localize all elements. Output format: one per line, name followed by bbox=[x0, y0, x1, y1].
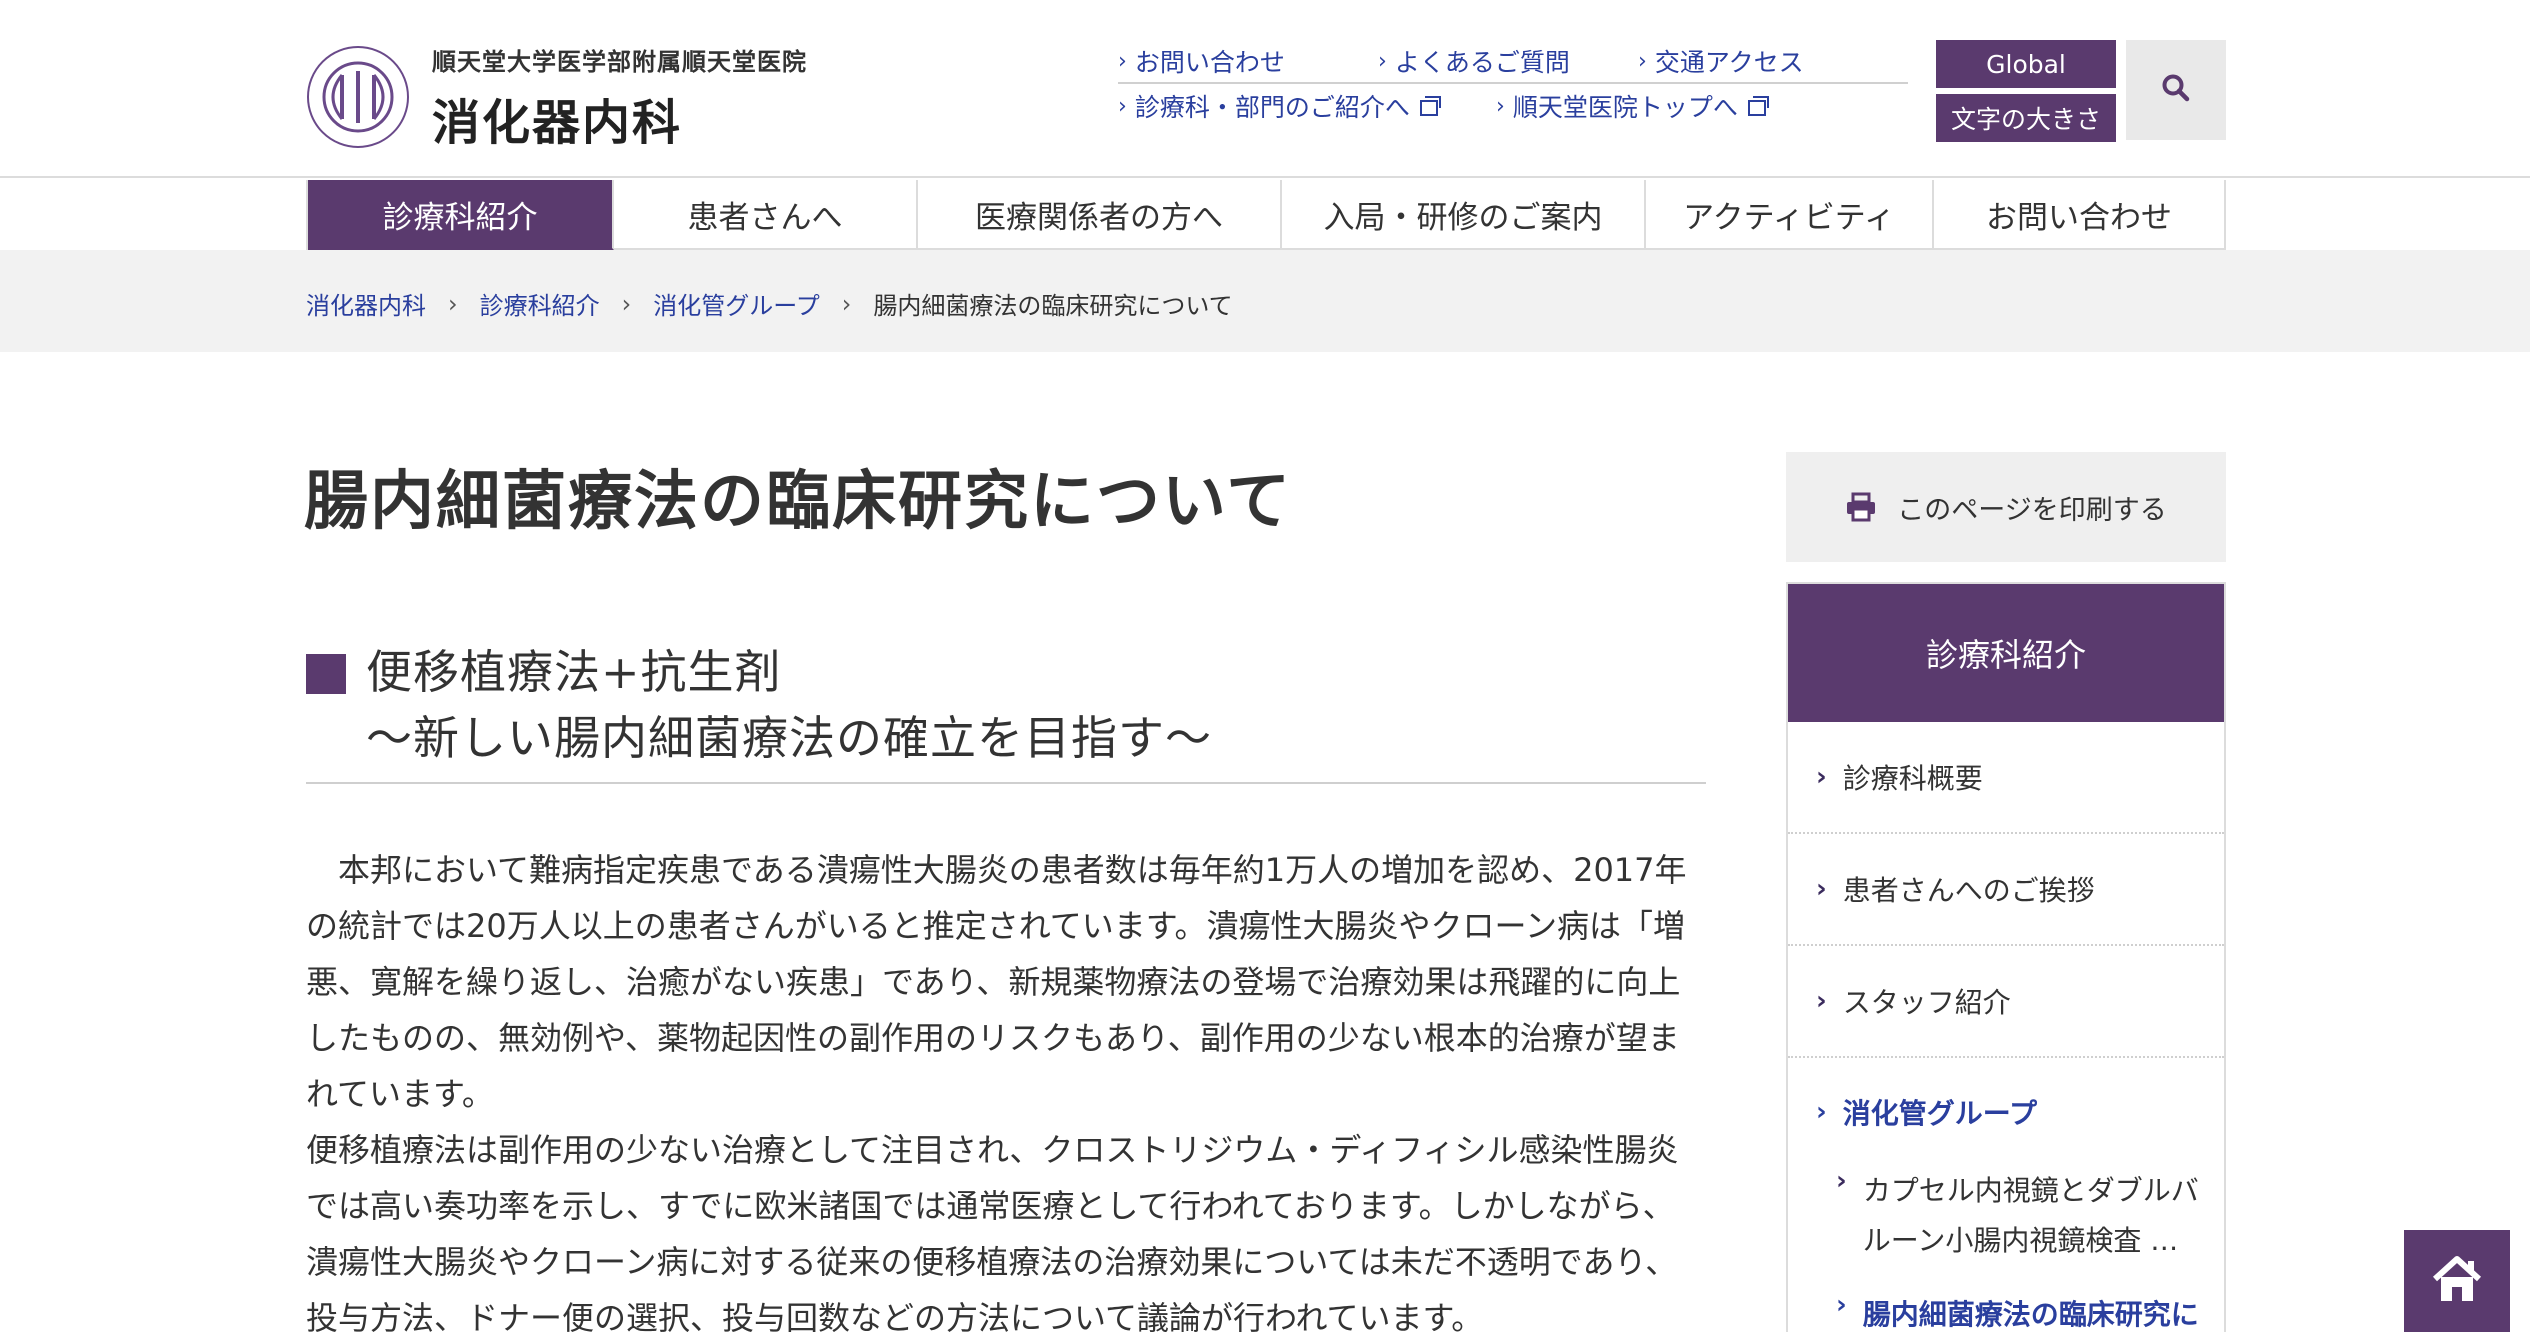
util-link-access[interactable]: › 交通アクセス bbox=[1638, 43, 1804, 79]
global-nav: 診療科紹介 患者さんへ 医療関係者の方へ 入局・研修のご案内 アクティビティ お… bbox=[306, 180, 2226, 250]
nav-item-activity[interactable]: アクティビティ bbox=[1646, 180, 1934, 250]
nav-item-recruitment[interactable]: 入局・研修のご案内 bbox=[1282, 180, 1646, 250]
breadcrumb-link-department-intro[interactable]: 診療科紹介 bbox=[480, 286, 600, 321]
nav-item-for-professionals[interactable]: 医療関係者の方へ bbox=[918, 180, 1282, 250]
home-button[interactable] bbox=[2404, 1230, 2510, 1332]
nav-item-department-intro[interactable]: 診療科紹介 bbox=[308, 180, 614, 250]
breadcrumb-bar: 消化器内科 › 診療科紹介 › 消化管グループ › 腸内細菌療法の臨床研究につい… bbox=[0, 250, 2530, 352]
section-heading-line1: 便移植療法+抗生剤 bbox=[366, 645, 782, 699]
breadcrumb-link-gi-group[interactable]: 消化管グループ bbox=[653, 286, 820, 321]
chevron-right-icon: › bbox=[1118, 48, 1127, 74]
chevron-right-icon: › bbox=[1638, 48, 1647, 74]
sidebar-menu: 診療科紹介 › 診療科概要 › 患者さんへのご挨拶 › スタッフ紹介 › 消化管グループ… bbox=[1786, 582, 2226, 1332]
sidebar-item-greeting[interactable]: › 患者さんへのご挨拶 bbox=[1788, 834, 2224, 946]
font-size-button[interactable]: 文字の大きさ bbox=[1936, 94, 2116, 142]
util-link-faq[interactable]: › よくあるご質問 bbox=[1378, 43, 1638, 79]
breadcrumb-separator: › bbox=[448, 289, 458, 318]
printer-icon bbox=[1845, 492, 1877, 522]
breadcrumb-current: 腸内細菌療法の臨床研究について bbox=[873, 292, 1233, 320]
home-icon bbox=[2429, 1253, 2485, 1309]
chevron-right-icon: › bbox=[1836, 1166, 1847, 1196]
utility-nav: › お問い合わせ › よくあるご質問 › 交通アクセス › 診療科・部門のご紹介へ › 順… bbox=[1118, 40, 1908, 128]
section-heading-line2: ～新しい腸内細菌療法の確立を目指す～ bbox=[366, 711, 1212, 765]
chevron-right-icon: › bbox=[1816, 874, 1827, 904]
article-body: 本邦において難病指定疾患である潰瘍性大腸炎の患者数は毎年約1万人の増加を認め、2… bbox=[306, 842, 1706, 1332]
section-heading: 便移植療法+抗生剤 ～新しい腸内細菌療法の確立を目指す～ bbox=[306, 636, 1706, 784]
search-button[interactable] bbox=[2126, 40, 2226, 140]
chevron-right-icon: › bbox=[1118, 93, 1127, 119]
chevron-right-icon: › bbox=[1836, 1290, 1847, 1320]
breadcrumb-separator: › bbox=[621, 289, 632, 318]
print-page-label: このページを印刷する bbox=[1897, 494, 2167, 526]
external-window-icon bbox=[1419, 96, 1441, 116]
nav-item-for-patients[interactable]: 患者さんへ bbox=[614, 180, 918, 250]
chevron-right-icon: › bbox=[1816, 762, 1827, 792]
heading-square-icon bbox=[306, 654, 346, 694]
nav-item-contact[interactable]: お問い合わせ bbox=[1934, 180, 2226, 250]
util-link-contact[interactable]: › お問い合わせ bbox=[1118, 43, 1378, 79]
university-seal-icon bbox=[304, 43, 412, 151]
util-link-departments[interactable]: › 診療科・部門のご紹介へ bbox=[1118, 88, 1496, 124]
article-paragraph: 本邦において難病指定疾患である潰瘍性大腸炎の患者数は毎年約1万人の増加を認め、2… bbox=[306, 851, 1687, 1113]
global-button[interactable]: Global bbox=[1936, 40, 2116, 88]
sidebar-heading[interactable]: 診療科紹介 bbox=[1788, 584, 2224, 722]
search-icon bbox=[2161, 73, 2191, 107]
print-page-button[interactable]: このページを印刷する bbox=[1786, 452, 2226, 562]
sidebar-subitem-capsule-endoscopy[interactable]: › カプセル内視鏡とダブルバルーン小腸内視鏡検査 … bbox=[1788, 1166, 2224, 1276]
chevron-right-icon: › bbox=[1496, 93, 1505, 119]
chevron-right-icon: › bbox=[1816, 986, 1827, 1016]
breadcrumb-link-home[interactable]: 消化器内科 bbox=[306, 286, 426, 321]
chevron-right-icon: › bbox=[1378, 48, 1387, 74]
article-paragraph: 便移植療法は副作用の少ない治療として注目され、クロストリジウム・ディフィシル感染… bbox=[306, 1131, 1679, 1332]
site-logo[interactable]: 順天堂大学医学部附属順天堂医院 消化器内科 bbox=[304, 38, 824, 156]
sidebar-item-overview[interactable]: › 診療科概要 bbox=[1788, 722, 2224, 834]
department-name: 消化器内科 bbox=[432, 94, 683, 151]
page-title: 腸内細菌療法の臨床研究について bbox=[304, 464, 1293, 539]
external-window-icon bbox=[1747, 96, 1769, 116]
site-header: 順天堂大学医学部附属順天堂医院 消化器内科 › お問い合わせ › よくあるご質問 ›… bbox=[0, 0, 2530, 178]
sidebar-subitem-gut-bacteria-research[interactable]: › 腸内細菌療法の臨床研究に bbox=[1788, 1290, 2224, 1332]
util-link-hospital-top[interactable]: › 順天堂医院トップへ bbox=[1496, 88, 1769, 124]
sidebar-item-gi-group[interactable]: › 消化管グループ bbox=[1788, 1058, 2224, 1166]
breadcrumb-separator: › bbox=[841, 289, 852, 318]
hospital-name: 順天堂大学医学部附属順天堂医院 bbox=[432, 46, 807, 76]
sidebar-item-staff[interactable]: › スタッフ紹介 bbox=[1788, 946, 2224, 1058]
breadcrumb: 消化器内科 › 診療科紹介 › 消化管グループ › 腸内細菌療法の臨床研究につい… bbox=[306, 286, 1233, 321]
chevron-right-icon: › bbox=[1816, 1097, 1827, 1127]
